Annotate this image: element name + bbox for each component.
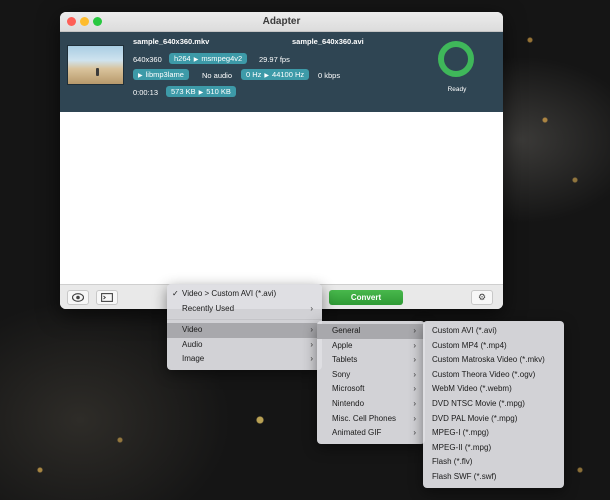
chevron-right-icon: › <box>310 354 313 364</box>
menu-item-mpeg-1[interactable]: MPEG-I (*.mpg) <box>423 426 564 441</box>
preview-button[interactable] <box>67 290 89 305</box>
menu-item-flash-flv[interactable]: Flash (*.flv) <box>423 455 564 470</box>
chevron-right-icon: › <box>413 428 416 438</box>
menu-item-tablets[interactable]: Tablets › <box>317 353 425 368</box>
maximize-window-button[interactable] <box>93 17 102 26</box>
chevron-right-icon: › <box>310 303 313 313</box>
menu-item-general[interactable]: General › <box>317 324 425 339</box>
menu-item-animated-gif[interactable]: Animated GIF › <box>317 426 425 441</box>
chevron-right-icon: › <box>413 326 416 335</box>
settings-button[interactable]: ⚙ <box>471 290 493 305</box>
chevron-right-icon: › <box>413 413 416 423</box>
menu-item-custom-mkv[interactable]: Custom Matroska Video (*.mkv) <box>423 353 564 368</box>
chevron-right-icon: › <box>413 369 416 379</box>
menu-item-label: Animated GIF <box>332 428 382 438</box>
menu-item-label: Sony <box>332 369 351 379</box>
size-to: 510 KB <box>206 87 231 96</box>
convert-button[interactable]: Convert <box>329 290 403 305</box>
app-window: Adapter sample_640x360.mkv sample_640x36… <box>60 12 503 309</box>
video-thumbnail <box>67 45 124 85</box>
menu-item-label: Apple <box>332 340 353 350</box>
menu-item-label: Misc. Cell Phones <box>332 413 397 423</box>
menu-item-webm[interactable]: WebM Video (*.webm) <box>423 382 564 397</box>
fps-text: 29.97 fps <box>259 55 290 64</box>
menu-item-audio[interactable]: Audio › <box>167 338 322 353</box>
menu-item-label: Nintendo <box>332 398 365 408</box>
file-row[interactable]: sample_640x360.mkv sample_640x360.avi 64… <box>60 32 503 112</box>
size-pill: 573 KB ▶ 510 KB <box>166 86 236 97</box>
arrow-right-icon: ▶ <box>193 57 199 63</box>
chevron-right-icon: › <box>413 340 416 350</box>
menu-item-microsoft[interactable]: Microsoft › <box>317 382 425 397</box>
chevron-right-icon: › <box>413 384 416 394</box>
menu-item-label: Video <box>182 325 203 335</box>
menu-item-current[interactable]: ✓ Video > Custom AVI (*.avi) <box>167 287 322 302</box>
arrow-right-icon: ▶ <box>198 90 204 96</box>
video-codec-pill[interactable]: h264 ▶ msmpeg4v2 <box>169 53 248 64</box>
menu-item-custom-ogv[interactable]: Custom Theora Video (*.ogv) <box>423 368 564 383</box>
menu-item-custom-avi[interactable]: Custom AVI (*.avi) <box>423 324 564 339</box>
gear-icon: ⚙ <box>477 292 487 302</box>
menu-item-label: General <box>332 326 361 335</box>
bitrate-text: 0 kbps <box>318 71 341 80</box>
menu-separator <box>167 319 322 321</box>
menu-item-label: Video > Custom AVI (*.avi) <box>182 289 277 298</box>
video-codec-from: h264 <box>174 54 191 63</box>
menu-item-label: Recently Used <box>182 303 235 313</box>
general-submenu: Custom AVI (*.avi) Custom MP4 (*.mp4) Cu… <box>423 321 564 488</box>
video-submenu: General › Apple › Tablets › Sony › Microsoft… <box>317 321 425 444</box>
eye-icon <box>71 293 85 302</box>
menu-item-mpeg-2[interactable]: MPEG-II (*.mpg) <box>423 441 564 456</box>
menu-item-label: Microsoft <box>332 384 365 394</box>
menu-item-misc-cell-phones[interactable]: Misc. Cell Phones › <box>317 412 425 427</box>
source-filename: sample_640x360.mkv <box>133 37 210 46</box>
resolution-text: 640x360 <box>133 55 162 64</box>
audio-codec-pill[interactable]: ▶ libmp3lame <box>133 69 189 80</box>
size-from: 573 KB <box>171 87 196 96</box>
output-filename[interactable]: sample_640x360.avi <box>292 37 364 46</box>
menu-item-dvd-pal[interactable]: DVD PAL Movie (*.mpg) <box>423 412 564 427</box>
audio-codec: libmp3lame <box>145 70 184 79</box>
window-title: Adapter <box>262 16 301 27</box>
log-button[interactable] <box>96 290 118 305</box>
title-bar: Adapter <box>60 12 503 32</box>
checkmark-icon: ✓ <box>172 289 179 298</box>
sample-rate-from: 0 Hz <box>246 70 262 79</box>
chevron-right-icon: › <box>413 355 416 365</box>
status-ring-icon <box>438 41 474 77</box>
preset-menu: ✓ Video > Custom AVI (*.avi) Recently Us… <box>167 284 322 370</box>
status-text: Ready <box>447 86 467 93</box>
video-codec-to: msmpeg4v2 <box>201 54 243 63</box>
menu-item-apple[interactable]: Apple › <box>317 339 425 354</box>
chevron-right-icon: › <box>310 339 313 349</box>
menu-item-custom-mp4[interactable]: Custom MP4 (*.mp4) <box>423 339 564 354</box>
menu-item-dvd-ntsc[interactable]: DVD NTSC Movie (*.mpg) <box>423 397 564 412</box>
duration-text: 0:00:13 <box>133 88 159 97</box>
menu-item-label: Tablets <box>332 355 358 365</box>
arrow-right-icon: ▶ <box>138 73 143 79</box>
terminal-icon <box>101 293 113 302</box>
minimize-window-button[interactable] <box>80 17 89 26</box>
arrow-right-icon: ▶ <box>264 73 270 79</box>
menu-item-label: Audio <box>182 339 203 349</box>
menu-item-recently-used[interactable]: Recently Used › <box>167 302 322 317</box>
menu-item-image[interactable]: Image › <box>167 352 322 367</box>
menu-item-flash-swf[interactable]: Flash SWF (*.swf) <box>423 470 564 485</box>
menu-item-label: Image <box>182 354 205 364</box>
sample-rate-to: 44100 Hz <box>272 70 305 79</box>
menu-item-video[interactable]: Video › <box>167 323 322 338</box>
close-window-button[interactable] <box>67 17 76 26</box>
chevron-right-icon: › <box>310 325 313 335</box>
sample-rate-pill[interactable]: 0 Hz ▶ 44100 Hz <box>241 69 310 80</box>
menu-item-sony[interactable]: Sony › <box>317 368 425 383</box>
audio-status-text: No audio <box>202 71 233 80</box>
chevron-right-icon: › <box>413 398 416 408</box>
menu-item-nintendo[interactable]: Nintendo › <box>317 397 425 412</box>
